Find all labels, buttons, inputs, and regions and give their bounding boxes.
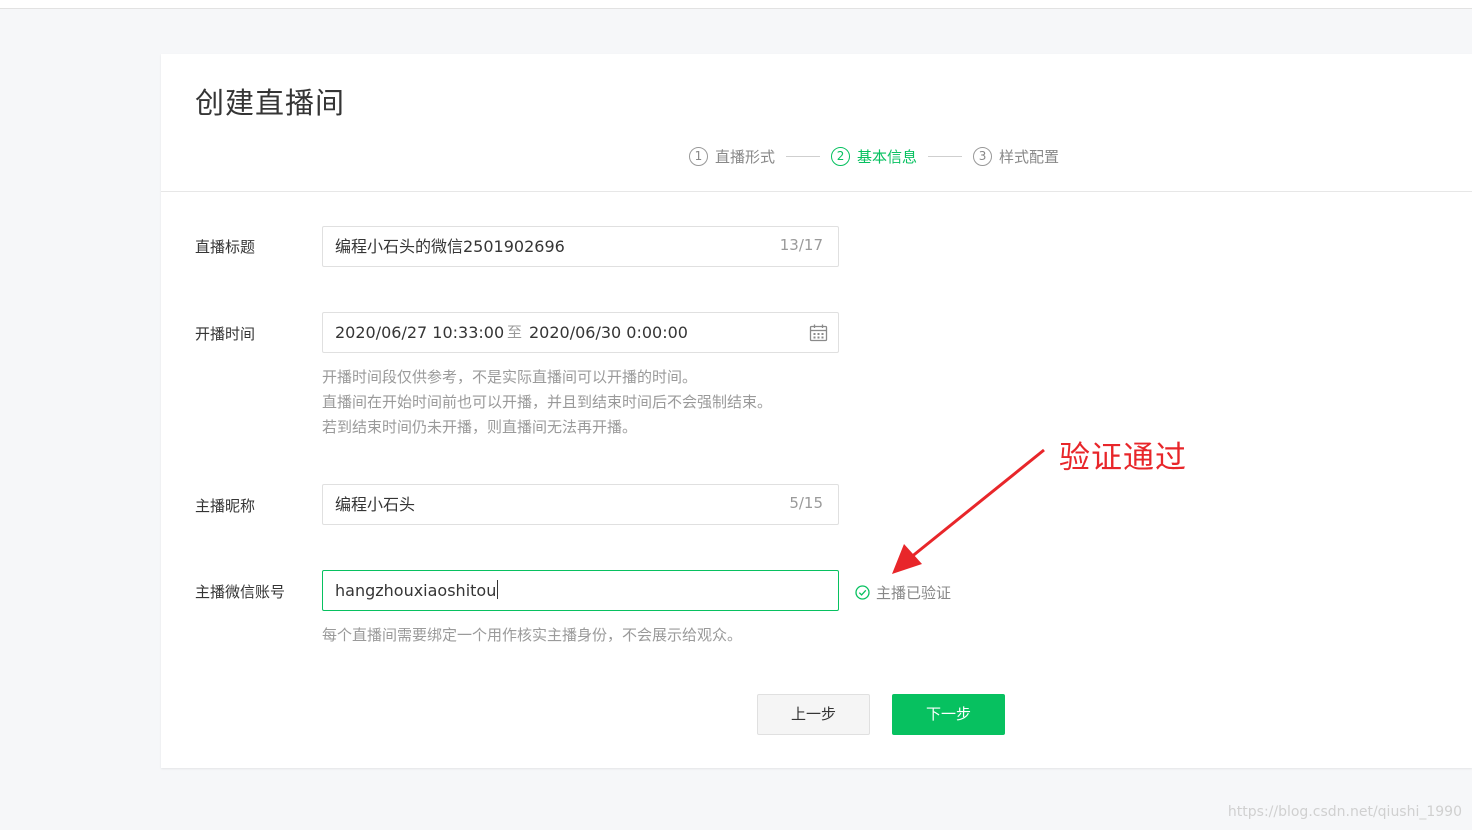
nickname-input[interactable]: 编程小石头 5/15 [322,484,839,525]
create-live-room-card: 创建直播间 1 直播形式 2 基本信息 3 样式配置 直播标题 编程小石头的微信… [161,54,1472,768]
step-basic-info: 2 基本信息 [831,146,917,167]
step-number: 3 [973,146,993,166]
title-char-counter: 13/17 [779,236,823,254]
time-hint-line: 直播间在开始时间前也可以开播，并且到结束时间后不会强制结束。 [322,393,773,411]
wechat-account-input[interactable]: hangzhouxiaoshitou [322,570,839,611]
title-input-value: 编程小石头的微信2501902696 [335,237,565,256]
wechat-input-text: hangzhouxiaoshitou [335,581,497,600]
start-time-value[interactable]: 2020/06/27 10:33:00 [335,313,504,352]
step-label: 直播形式 [715,147,776,166]
step-indicator: 1 直播形式 2 基本信息 3 样式配置 [689,145,1059,167]
text-caret [497,580,499,599]
nickname-input-value: 编程小石头 [335,495,416,514]
step-connector [786,155,821,157]
title-input[interactable]: 编程小石头的微信2501902696 13/17 [322,226,839,267]
date-range-picker[interactable]: 2020/06/27 10:33:00 至 2020/06/30 0:00:00 [322,312,839,353]
step-live-format: 1 直播形式 [689,146,775,167]
range-separator: 至 [507,323,523,341]
annotation-label: 验证通过 [1059,440,1187,476]
step-style-config: 3 样式配置 [973,146,1059,167]
watermark: https://blog.csdn.net/qiushi_1990 [1227,804,1462,820]
nickname-char-counter: 5/15 [789,494,823,512]
top-bar [0,0,1472,9]
step-number: 2 [831,146,851,166]
step-connector [928,155,963,157]
annotation-arrow-icon [892,448,1045,574]
check-circle-icon [855,585,870,600]
step-label: 样式配置 [999,147,1060,166]
time-hint: 开播时间段仅供参考，不是实际直播间可以开播的时间。 直播间在开始时间前也可以开播… [322,365,772,440]
wechat-input-value: hangzhouxiaoshitou [335,571,499,610]
header-divider [161,191,1472,192]
page-title: 创建直播间 [195,86,346,120]
prev-step-button[interactable]: 上一步 [757,694,870,735]
wechat-hint: 每个直播间需要绑定一个用作核实主播身份，不会展示给观众。 [322,626,743,644]
time-label: 开播时间 [195,325,256,343]
step-label: 基本信息 [857,147,918,166]
nickname-label: 主播昵称 [195,497,256,515]
end-time-value[interactable]: 2020/06/30 0:00:00 [529,313,688,352]
title-label: 直播标题 [195,238,256,256]
time-hint-line: 若到结束时间仍未开播，则直播间无法再开播。 [322,418,638,436]
calendar-icon[interactable] [809,323,828,342]
next-step-button[interactable]: 下一步 [892,694,1005,735]
wechat-label: 主播微信账号 [195,583,286,601]
time-hint-line: 开播时间段仅供参考，不是实际直播间可以开播的时间。 [322,368,698,386]
step-number: 1 [689,146,708,166]
